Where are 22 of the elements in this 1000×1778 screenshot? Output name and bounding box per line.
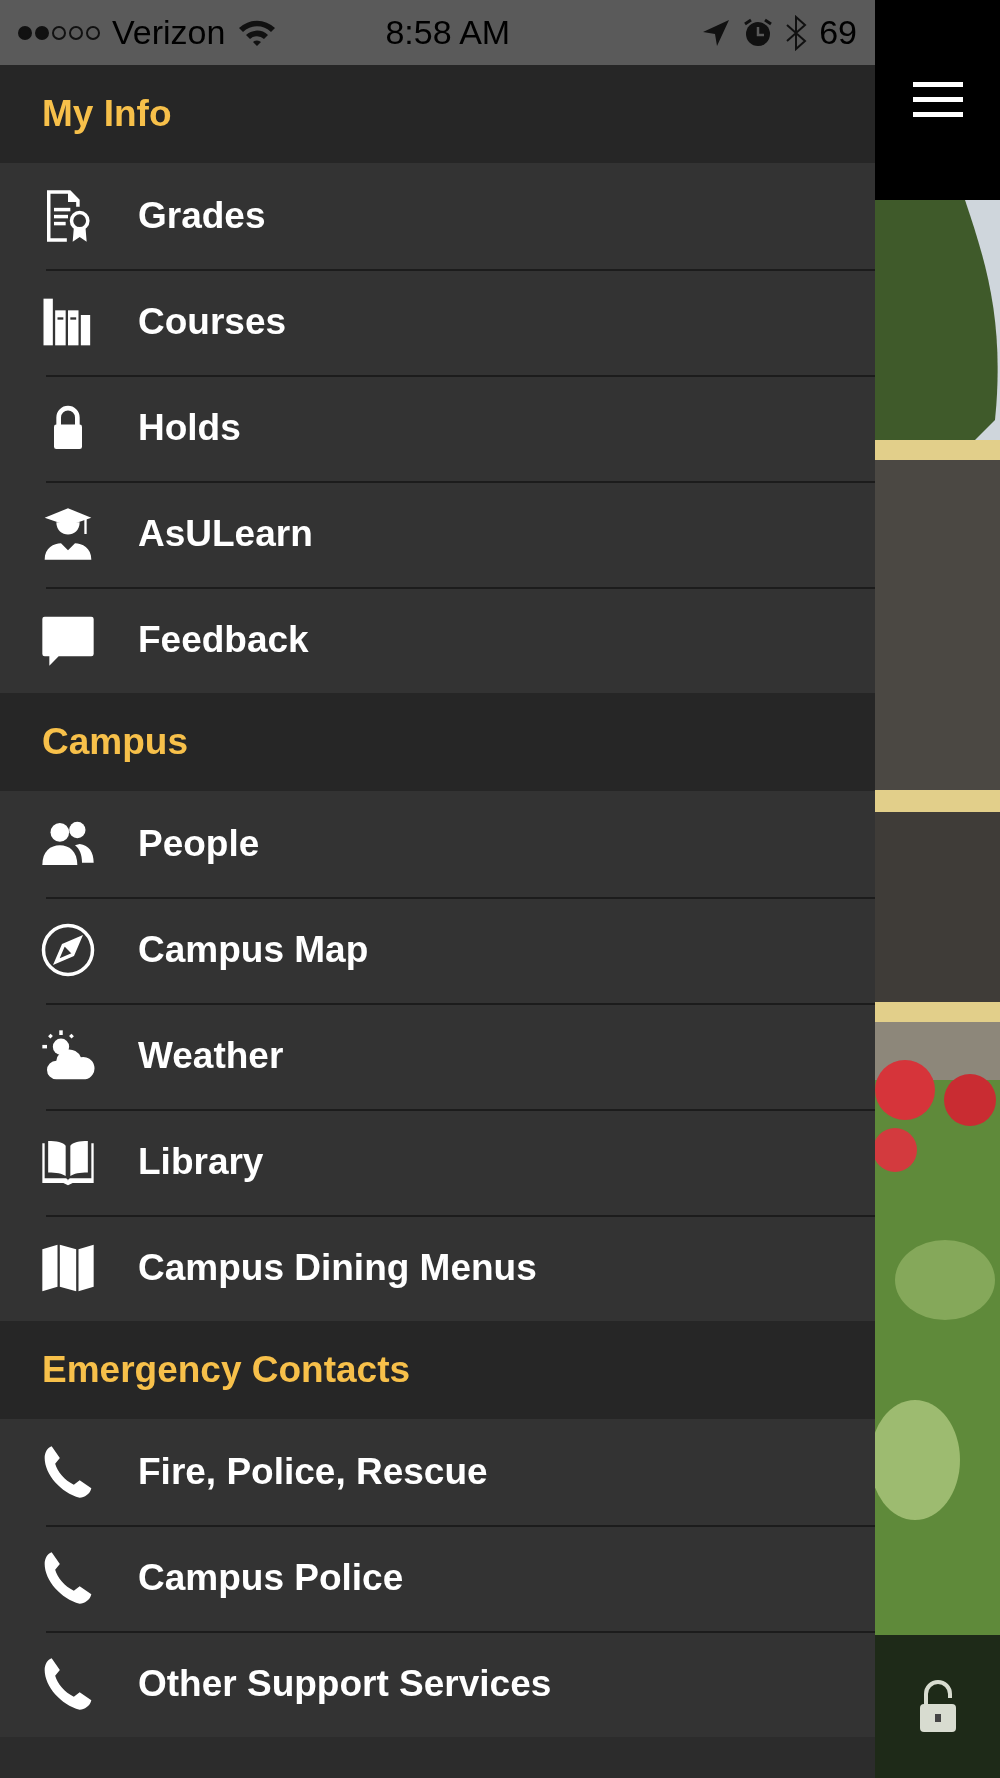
menu-item[interactable]: Other Support Services	[0, 1631, 875, 1737]
location-arrow-icon	[701, 17, 732, 48]
clock-time: 8:58 AM	[385, 13, 511, 52]
menu-item[interactable]: Holds	[0, 375, 875, 481]
menu-item[interactable]: AsULearn	[0, 481, 875, 587]
menu-item[interactable]: Campus Dining Menus	[0, 1215, 875, 1321]
signal-strength-icon	[18, 25, 100, 40]
menu-item[interactable]: Campus Map	[0, 897, 875, 1003]
compass-icon	[40, 922, 96, 978]
menu-item[interactable]: Weather	[0, 1003, 875, 1109]
menu-item[interactable]: Feedback	[0, 587, 875, 693]
menu-item[interactable]: Campus Police	[0, 1525, 875, 1631]
menu-item[interactable]: Courses	[0, 269, 875, 375]
carrier-name: Verizon	[112, 13, 226, 52]
alarm-clock-icon	[743, 17, 774, 48]
menu-item[interactable]: People	[0, 791, 875, 897]
menu-item[interactable]: Library	[0, 1109, 875, 1215]
menu-item[interactable]: Fire, Police, Rescue	[0, 1419, 875, 1525]
bluetooth-icon	[785, 14, 808, 51]
menu-item[interactable]: Grades	[0, 163, 875, 269]
battery-percentage: 69	[819, 13, 857, 52]
menu-icon[interactable]	[912, 80, 963, 120]
